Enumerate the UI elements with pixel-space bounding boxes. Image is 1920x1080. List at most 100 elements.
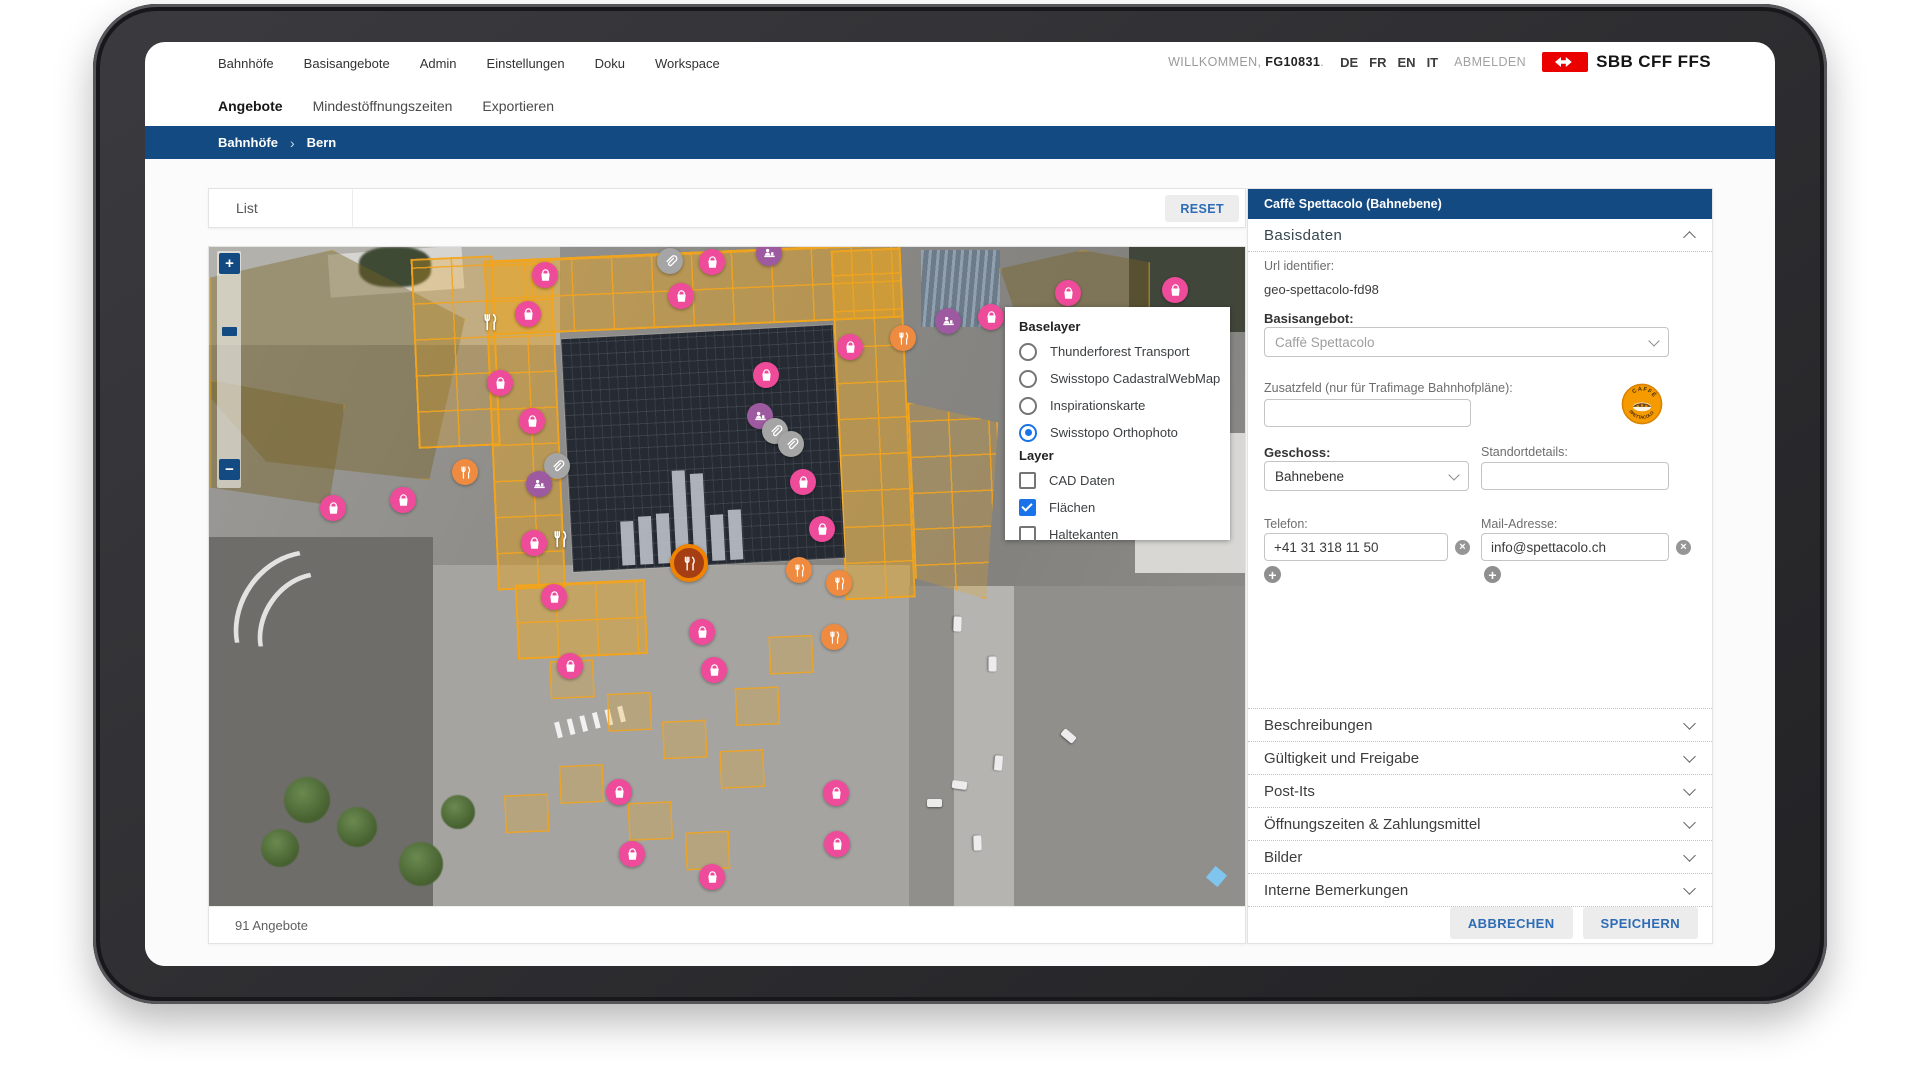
map-marker-shop[interactable] [753,362,779,388]
map-marker-food[interactable] [452,459,478,485]
radio-icon[interactable] [1019,343,1037,361]
tab-mindest-ffnungszeiten[interactable]: Mindestöffnungszeiten [313,98,453,114]
logout-link[interactable]: ABMELDEN [1454,55,1526,69]
add-telefon-icon[interactable]: + [1264,566,1281,583]
map-marker-shop[interactable] [320,495,346,521]
map-canvas[interactable]: + − Baselayer Thunderforest TransportSwi… [209,247,1245,906]
overlay-label: Flächen [1049,500,1095,515]
breadcrumb-root[interactable]: Bahnhöfe [218,135,278,150]
baselayer-label: Thunderforest Transport [1050,344,1189,359]
cancel-button[interactable]: ABBRECHEN [1450,907,1573,939]
section-interne-bemerkungen[interactable]: Interne Bemerkungen [1248,874,1712,907]
map-marker-food[interactable] [821,624,847,650]
map-marker-food-plain[interactable] [479,311,501,333]
top-menu-item-einstellungen[interactable]: Einstellungen [487,56,565,71]
add-mail-icon[interactable]: + [1484,566,1501,583]
tab-angebote[interactable]: Angebote [218,98,283,114]
section-basisdaten[interactable]: Basisdaten [1248,219,1712,252]
map-marker-shop[interactable] [557,653,583,679]
save-button[interactable]: SPEICHERN [1583,907,1698,939]
basisangebot-select[interactable]: Caffè Spettacolo [1264,327,1669,357]
radio-icon[interactable] [1019,424,1037,442]
map-marker-shop[interactable] [487,370,513,396]
radio-icon[interactable] [1019,370,1037,388]
map-marker-food[interactable] [826,570,852,596]
top-menu-item-admin[interactable]: Admin [420,56,457,71]
checkbox-icon[interactable] [1019,472,1036,489]
map-marker-shop[interactable] [790,469,816,495]
section-bilder[interactable]: Bilder [1248,841,1712,874]
map-marker-selected[interactable] [670,544,708,582]
zoom-slider-handle[interactable] [222,327,237,336]
section-label: Bilder [1264,849,1302,866]
map-marker-shop[interactable] [668,283,694,309]
zoom-slider-track[interactable] [217,251,241,488]
checkbox-icon[interactable] [1019,526,1036,543]
map-marker-food[interactable] [786,557,812,583]
map-marker-shop[interactable] [837,334,863,360]
checkbox-icon[interactable] [1019,499,1036,516]
map-marker-shop[interactable] [699,864,725,890]
top-menu: Bahnhöfe Basisangebote Admin Einstellungen D… [218,56,720,71]
map-marker-shop[interactable] [606,779,632,805]
top-menu-item-workspace[interactable]: Workspace [655,56,720,71]
mail-clear-icon[interactable]: × [1676,540,1691,555]
map-marker-shop[interactable] [532,262,558,288]
section-ffnungszeiten-zahlungsmittel[interactable]: Öffnungszeiten & Zahlungsmittel [1248,808,1712,841]
map-marker-shop[interactable] [515,301,541,327]
section-label: Post-Its [1264,783,1315,800]
zoom-out-button[interactable]: − [219,459,240,480]
language-de[interactable]: DE [1340,55,1358,70]
map-marker-shop[interactable] [809,516,835,542]
tab-exportieren[interactable]: Exportieren [482,98,554,114]
top-menu-item-doku[interactable]: Doku [595,56,625,71]
section-beschreibungen[interactable]: Beschreibungen [1248,709,1712,742]
baselayer-option-thunderforest-transport[interactable]: Thunderforest Transport [1019,338,1230,365]
top-menu-item-basisangebote[interactable]: Basisangebote [304,56,390,71]
map-marker-shop[interactable] [701,657,727,683]
zusatzfeld-input[interactable] [1264,399,1471,427]
map-marker-service[interactable] [526,471,552,497]
overlay-option-fl-chen[interactable]: Flächen [1019,494,1230,521]
map-marker-shop[interactable] [823,780,849,806]
app-screen: Bahnhöfe Basisangebote Admin Einstellungen D… [145,42,1775,966]
language-fr[interactable]: FR [1369,55,1386,70]
map-marker-shop[interactable] [521,530,547,556]
map-marker-food-plain[interactable] [549,528,571,550]
mail-input[interactable] [1481,533,1669,561]
map-marker-shop[interactable] [390,487,416,513]
standortdetails-input[interactable] [1481,462,1669,490]
telefon-input[interactable] [1264,533,1448,561]
map-marker-shop[interactable] [978,304,1004,330]
overlay-option-cad-daten[interactable]: CAD Daten [1019,467,1230,494]
map-marker-shop[interactable] [689,619,715,645]
section-post-its[interactable]: Post-Its [1248,775,1712,808]
language-en[interactable]: EN [1398,55,1416,70]
map-marker-shop[interactable] [619,841,645,867]
map-marker-clip[interactable] [657,248,683,274]
overlay-option-haltekanten[interactable]: Haltekanten [1019,521,1230,548]
map-marker-shop[interactable] [519,408,545,434]
map-marker-shop[interactable] [1055,280,1081,306]
map-marker-service[interactable] [935,308,961,334]
baselayer-option-swisstopo-cadastralwebmap[interactable]: Swisstopo CadastralWebMap [1019,365,1230,392]
top-menu-item-bahnh-fe[interactable]: Bahnhöfe [218,56,274,71]
car [989,657,997,672]
map-marker-shop[interactable] [1162,277,1188,303]
baselayer-option-inspirationskarte[interactable]: Inspirationskarte [1019,392,1230,419]
map-marker-shop[interactable] [699,249,725,275]
baselayer-option-swisstopo-orthophoto[interactable]: Swisstopo Orthophoto [1019,419,1230,446]
telefon-clear-icon[interactable]: × [1455,540,1470,555]
geschoss-select[interactable]: Bahnebene [1264,461,1469,491]
map-marker-clip[interactable] [778,431,804,457]
reset-button[interactable]: RESET [1165,195,1239,222]
language-it[interactable]: IT [1427,55,1439,70]
radio-icon[interactable] [1019,397,1037,415]
sbb-logo[interactable]: SBB CFF FFS [1542,52,1711,72]
list-tab[interactable]: List [209,189,353,227]
zoom-in-button[interactable]: + [219,253,240,274]
map-marker-shop[interactable] [824,831,850,857]
section-g-ltigkeit-und-freigabe[interactable]: Gültigkeit und Freigabe [1248,742,1712,775]
map-marker-food[interactable] [890,325,916,351]
map-marker-shop[interactable] [541,584,567,610]
